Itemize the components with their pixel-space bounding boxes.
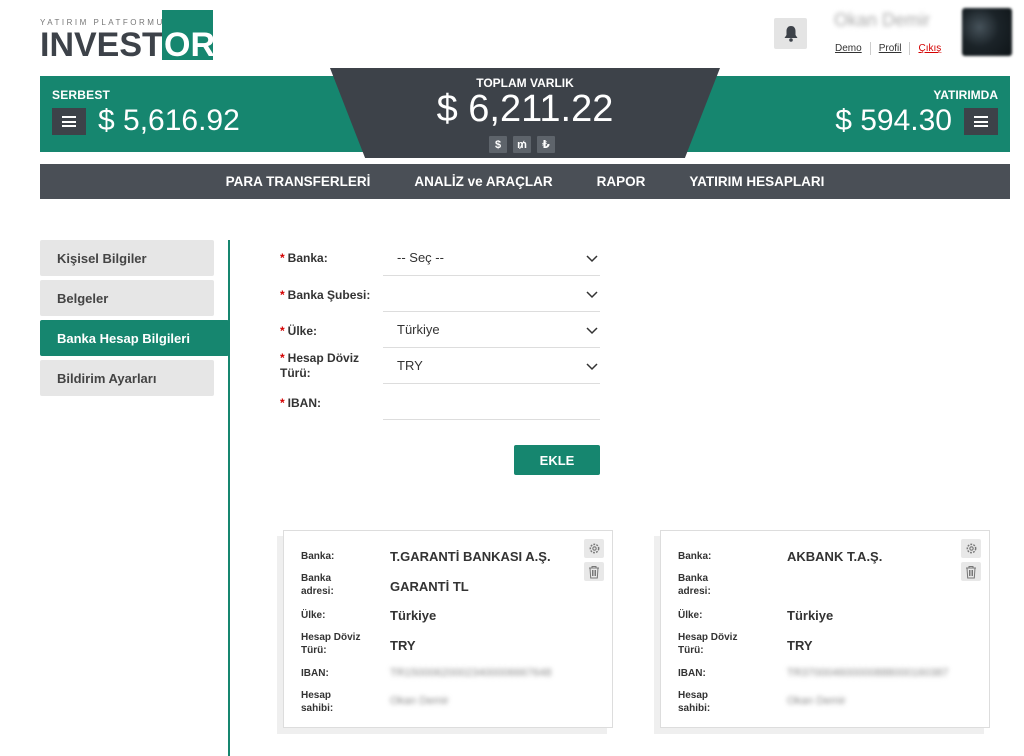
delete-button[interactable] — [961, 562, 981, 581]
card-key: Banka adresi: — [678, 573, 711, 597]
field-label: * Hesap Döviz Türü: — [280, 351, 360, 380]
logo[interactable]: YATIRIM PLATFORMU INVEST OR — [40, 10, 215, 62]
nav-item-analiz[interactable]: ANALİZ ve ARAÇLAR — [414, 174, 552, 189]
balance-band: SERBEST $ 5,616.92 TOPLAM VARLIK $ 6,211… — [40, 68, 1010, 158]
banka-select[interactable]: -- Seç -- — [383, 240, 600, 276]
form-row-hesap-doviz-turu: * Hesap Döviz Türü: TRY — [280, 348, 600, 384]
hamburger-icon — [974, 116, 988, 127]
bank-account-card: Banka: AKBANK T.A.Ş. Banka adresi: Ülke:… — [660, 530, 990, 728]
avatar[interactable] — [962, 8, 1012, 56]
card-key: Hesap Döviz Türü: — [678, 632, 738, 656]
divider — [869, 42, 871, 55]
trash-icon — [966, 565, 976, 578]
yatirimda-amount: $ 594.30 — [835, 104, 952, 137]
gear-icon — [966, 543, 976, 554]
card-value: TR370004600000888000160387 — [787, 667, 949, 679]
card-actions — [961, 539, 981, 581]
ekle-button[interactable]: EKLE — [514, 445, 600, 475]
card-value: T.GARANTİ BANKASI A.Ş. — [390, 549, 551, 564]
currency-gold-button[interactable]: ₥ — [513, 136, 531, 153]
card-key: Banka: — [678, 551, 712, 562]
card-key: IBAN: — [301, 668, 329, 679]
iban-input[interactable] — [383, 384, 600, 420]
field-label: * Banka Şubesi: — [280, 288, 371, 302]
card-value: Türkiye — [787, 608, 834, 623]
currency-switcher: $ ₥ ₺ — [489, 136, 555, 153]
settings-button[interactable] — [961, 539, 981, 558]
card-value: Okan Demir — [787, 695, 846, 707]
banka-subesi-select[interactable] — [383, 276, 600, 312]
card-value: AKBANK T.A.Ş. — [787, 549, 883, 564]
main-nav: PARA TRANSFERLERİ ANALİZ ve ARAÇLAR RAPO… — [40, 164, 1010, 199]
card-key: Ülke: — [678, 610, 703, 621]
card-key: Hesap Döviz Türü: — [301, 632, 361, 656]
gear-icon — [589, 543, 599, 554]
trash-icon — [589, 565, 599, 578]
user-name: Okan Demir — [834, 10, 931, 30]
sidebar-item-banka-hesap-bilgileri[interactable]: Banka Hesap Bilgileri — [40, 320, 229, 356]
card-key: Ülke: — [301, 610, 326, 621]
nav-item-yatirim-hesaplari[interactable]: YATIRIM HESAPLARI — [689, 174, 824, 189]
field-label: * Banka: — [280, 251, 328, 265]
chevron-down-icon — [586, 363, 598, 371]
currency-try-button[interactable]: ₺ — [537, 136, 555, 153]
card-key: Banka adresi: — [301, 573, 334, 597]
chevron-down-icon — [586, 291, 598, 299]
card-value: Okan Demir — [390, 695, 449, 707]
card-key: IBAN: — [678, 668, 706, 679]
card-value: TRY — [787, 638, 813, 653]
card-value: GARANTİ TL — [390, 579, 469, 594]
yatirimda-label: YATIRIMDA — [933, 88, 998, 102]
user-links: Demo Profil Çıkış — [835, 42, 941, 55]
nav-item-rapor[interactable]: RAPOR — [597, 174, 646, 189]
card-actions — [584, 539, 604, 581]
logo-wordmark-box: OR — [162, 10, 215, 62]
divider — [909, 42, 911, 55]
logout-link[interactable]: Çıkış — [918, 43, 941, 54]
card-value: TRY — [390, 638, 416, 653]
logo-wordmark: INVEST — [40, 26, 163, 64]
sidebar-item-kisisel-bilgiler[interactable]: Kişisel Bilgiler — [40, 240, 214, 276]
section-divider — [228, 240, 230, 756]
yatirimda-menu-button[interactable] — [964, 108, 998, 135]
chevron-down-icon — [586, 327, 598, 335]
profile-link[interactable]: Profil — [879, 43, 902, 54]
card-key: Banka: — [301, 551, 335, 562]
form-row-banka: * Banka: -- Seç -- — [280, 240, 600, 276]
card-value: TR150006200023400006667648 — [390, 667, 552, 679]
ulke-select[interactable]: Türkiye — [383, 312, 600, 348]
form-row-banka-subesi: * Banka Şubesi: — [280, 276, 600, 312]
card-key: Hesap sahibi: — [301, 690, 334, 714]
chevron-down-icon — [586, 255, 598, 263]
hesap-doviz-turu-select[interactable]: TRY — [383, 348, 600, 384]
settings-sidebar: Kişisel Bilgiler Belgeler Banka Hesap Bi… — [40, 240, 229, 400]
bank-account-card: Banka: T.GARANTİ BANKASI A.Ş. Banka adre… — [283, 530, 613, 728]
card-value: Türkiye — [390, 608, 437, 623]
demo-link[interactable]: Demo — [835, 43, 862, 54]
form-row-iban: * IBAN: — [280, 384, 600, 420]
bell-icon — [784, 26, 797, 42]
field-label: * IBAN: — [280, 396, 321, 410]
form-row-ulke: * Ülke: Türkiye — [280, 312, 600, 348]
delete-button[interactable] — [584, 562, 604, 581]
card-key: Hesap sahibi: — [678, 690, 711, 714]
sidebar-item-bildirim-ayarlari[interactable]: Bildirim Ayarları — [40, 360, 214, 396]
settings-button[interactable] — [584, 539, 604, 558]
field-label: * Ülke: — [280, 324, 318, 338]
nav-item-para-transferleri[interactable]: PARA TRANSFERLERİ — [226, 174, 371, 189]
currency-usd-button[interactable]: $ — [489, 136, 507, 153]
sidebar-item-belgeler[interactable]: Belgeler — [40, 280, 214, 316]
notification-button[interactable] — [774, 18, 807, 49]
